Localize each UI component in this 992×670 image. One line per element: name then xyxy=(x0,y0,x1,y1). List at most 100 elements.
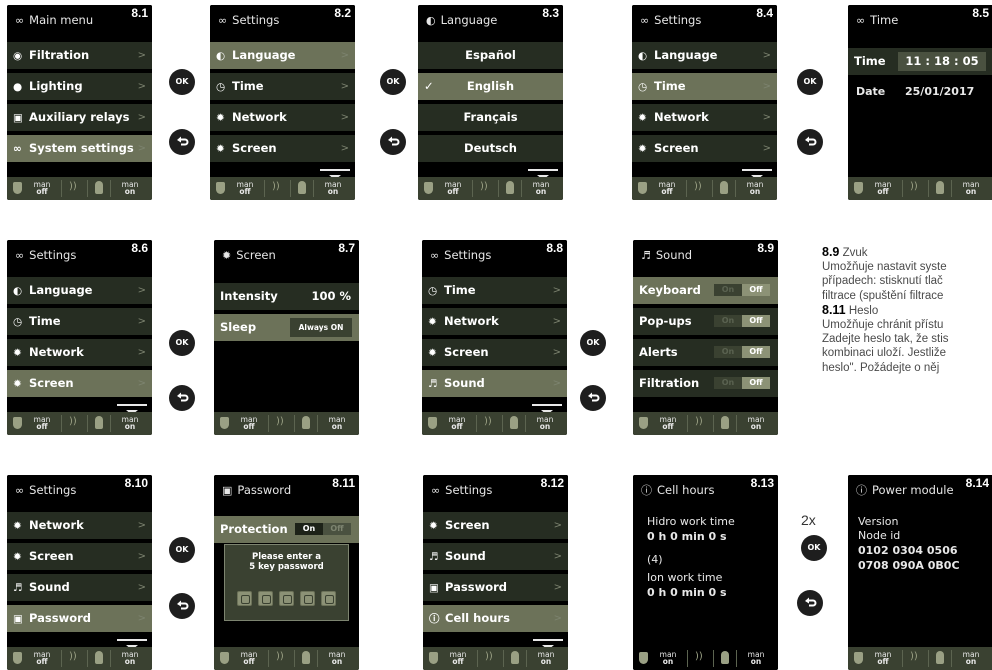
back-button[interactable] xyxy=(380,129,406,155)
paragraph-line: Umožňuje chránit přístu xyxy=(822,319,944,332)
footer-bar: man off)) man on xyxy=(633,412,778,435)
menu-item-auxiliary-relays[interactable]: ▣ Auxiliary relays > xyxy=(7,104,152,131)
sound-pop-ups[interactable]: Pop-ups On Off xyxy=(633,308,778,335)
back-button[interactable] xyxy=(580,385,606,411)
menu-item-screen[interactable]: ✹ Screen > xyxy=(632,135,777,162)
sleep-value[interactable]: Always ON xyxy=(290,318,352,337)
menu-item-screen[interactable]: ✹ Screen > xyxy=(210,135,355,162)
menu-item-password[interactable]: ▣ Password > xyxy=(423,574,568,601)
menu-item-language[interactable]: ◐ Language > xyxy=(632,42,777,69)
menu-item-time[interactable]: ◷ Time > xyxy=(632,73,777,100)
menu-item-sound[interactable]: ♬ Sound > xyxy=(7,574,152,601)
footer-bar: man off)) man on xyxy=(848,177,992,200)
water-drop-icon xyxy=(220,417,229,429)
back-button[interactable] xyxy=(797,129,823,155)
pop-ups-toggle[interactable]: On Off xyxy=(714,315,772,327)
brightness-icon: ✹ xyxy=(13,378,22,390)
menu-item-language[interactable]: ◐ Language > xyxy=(7,277,152,304)
step-badge: 8.8 xyxy=(541,240,567,257)
protection-toggle[interactable]: On Off xyxy=(295,523,353,535)
intensity-value[interactable]: 100 % xyxy=(311,283,351,310)
intensity-field[interactable]: Intensity 100 % xyxy=(214,283,359,310)
footer-divider xyxy=(313,180,314,197)
water-drop-icon: ◉ xyxy=(13,50,23,62)
ok-button[interactable]: OK xyxy=(801,535,827,561)
ok-button[interactable]: OK xyxy=(169,330,195,356)
ok-button[interactable]: OK xyxy=(580,330,606,356)
language-option-espanol[interactable]: Español xyxy=(418,42,563,69)
menu-item-time[interactable]: ◷ Time > xyxy=(210,73,355,100)
back-button[interactable] xyxy=(169,385,195,411)
protection-field[interactable]: Protection On Off xyxy=(214,516,359,543)
menu-item-network[interactable]: ✹ Network > xyxy=(422,308,567,335)
language-option-deutsch[interactable]: Deutsch xyxy=(418,135,563,162)
back-button[interactable] xyxy=(797,590,823,616)
keyboard-toggle[interactable]: On Off xyxy=(714,284,772,296)
time-field[interactable]: Time 11 : 18 : 05 xyxy=(848,48,992,75)
settings-icon: ∞ xyxy=(15,249,25,262)
footer-bar: man off)) man on xyxy=(422,412,567,435)
footer-divider xyxy=(951,180,952,197)
menu-item-network[interactable]: ✹ Network > xyxy=(7,512,152,539)
password-key-1[interactable] xyxy=(237,591,252,606)
filtration-mode-label: man off xyxy=(659,415,677,431)
menu-item-system-settings[interactable]: ∞ System settings > xyxy=(7,135,152,162)
scroll-separator xyxy=(117,404,147,406)
menu-item-password[interactable]: ▣ Password > xyxy=(7,605,152,632)
sound-filtration[interactable]: Filtration On Off xyxy=(633,370,778,397)
menu-item-screen[interactable]: ✹ Screen > xyxy=(423,512,568,539)
menu-item-cell-hours[interactable]: ⓘ Cell hours > xyxy=(423,605,568,632)
language-option-english[interactable]: ✓ English xyxy=(418,73,563,100)
password-key-4[interactable] xyxy=(300,591,315,606)
alerts-toggle[interactable]: On Off xyxy=(714,346,772,358)
back-arrow-icon xyxy=(177,136,189,146)
footer-bar: man off)) man on xyxy=(214,412,359,435)
back-button[interactable] xyxy=(169,593,195,619)
back-button[interactable] xyxy=(169,129,195,155)
menu-item-time[interactable]: ◷ Time > xyxy=(7,308,152,335)
menu-item-time[interactable]: ◷ Time > xyxy=(422,277,567,304)
lighting-mode-label: man on xyxy=(962,180,980,196)
password-key-2[interactable] xyxy=(258,591,273,606)
menu-item-sound[interactable]: ♬ Sound > xyxy=(423,543,568,570)
footer-divider xyxy=(317,415,318,432)
filtration-mode-label: man off xyxy=(874,650,892,666)
menu-item-network[interactable]: ✹ Network > xyxy=(210,104,355,131)
time-value[interactable]: 11 : 18 : 05 xyxy=(898,52,986,71)
filtration-toggle[interactable]: On Off xyxy=(714,377,772,389)
language-option-francais[interactable]: Français xyxy=(418,104,563,131)
date-value[interactable]: 25/01/2017 xyxy=(905,85,974,98)
menu-item-screen[interactable]: ✹ Screen > xyxy=(7,543,152,570)
ok-button[interactable]: OK xyxy=(169,537,195,563)
menu-item-network[interactable]: ✹ Network > xyxy=(7,339,152,366)
menu-item-language[interactable]: ◐ Language > xyxy=(210,42,355,69)
sound-keyboard[interactable]: Keyboard On Off xyxy=(633,277,778,304)
paragraph-line: Zadejte heslo tak, že stis xyxy=(822,333,949,346)
footer-bar: man off)) man on xyxy=(7,412,152,435)
ok-button[interactable]: OK xyxy=(380,69,406,95)
step-badge: 8.2 xyxy=(329,5,355,22)
bulb-icon xyxy=(721,651,729,664)
paragraph-line: případech: stisknutí tlač xyxy=(822,275,943,288)
password-key-3[interactable] xyxy=(279,591,294,606)
menu-item-screen[interactable]: ✹ Screen > xyxy=(422,339,567,366)
footer-divider xyxy=(61,180,62,197)
footer-divider xyxy=(713,650,714,667)
menu-item-screen[interactable]: ✹ Screen > xyxy=(7,370,152,397)
water-drop-icon xyxy=(639,652,648,664)
menu-item-network[interactable]: ✹ Network > xyxy=(632,104,777,131)
ok-button[interactable]: OK xyxy=(797,69,823,95)
password-key-5[interactable] xyxy=(321,591,336,606)
screen-8-10: 8.10 ∞ Settings ✹ Network > ✹ Screen > ♬ Sound… xyxy=(7,475,152,670)
ok-button[interactable]: OK xyxy=(169,69,195,95)
sleep-field[interactable]: Sleep Always ON xyxy=(214,314,359,341)
footer-divider xyxy=(268,415,269,432)
menu-item-filtration[interactable]: ◉ Filtration > xyxy=(7,42,152,69)
password-entry[interactable]: Please enter a5 key password xyxy=(224,544,349,621)
menu-item-lighting[interactable]: ● Lighting > xyxy=(7,73,152,100)
network-icon: ✹ xyxy=(216,112,225,124)
sound-alerts[interactable]: Alerts On Off xyxy=(633,339,778,366)
footer-bar: man off)) man on xyxy=(7,177,152,200)
filtration-mode-label: man off xyxy=(449,650,467,666)
menu-item-sound[interactable]: ♬ Sound > xyxy=(422,370,567,397)
